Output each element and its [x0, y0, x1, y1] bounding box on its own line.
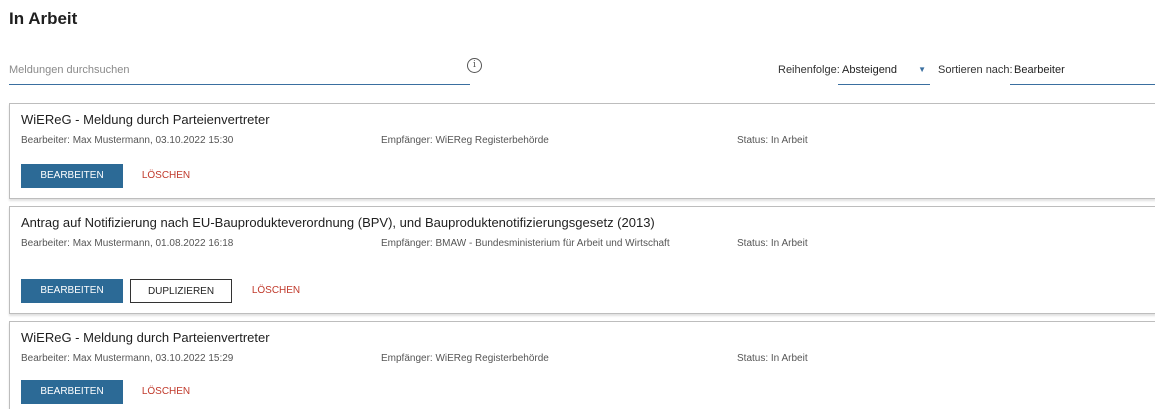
delete-button[interactable]: LÖSCHEN — [136, 380, 196, 404]
page-title: In Arbeit — [9, 9, 78, 28]
order-value: Absteigend — [842, 64, 898, 76]
sort-field[interactable]: Bearbeiter — [1010, 60, 1155, 85]
chevron-down-icon: ▼ — [918, 65, 926, 74]
card-title: WiEReG - Meldung durch Parteienvertreter — [21, 330, 270, 345]
search-input[interactable] — [9, 60, 449, 80]
card-status: Status: In Arbeit — [737, 238, 808, 249]
card-status: Status: In Arbeit — [737, 135, 808, 146]
card-recipient: Empfänger: WiEReg Registerbehörde — [381, 353, 549, 364]
info-icon[interactable]: i — [467, 58, 482, 73]
card-recipient: Empfänger: BMAW - Bundesministerium für … — [381, 238, 670, 249]
delete-button[interactable]: LÖSCHEN — [136, 164, 196, 188]
message-card: Antrag auf Notifizierung nach EU-Bauprod… — [9, 206, 1155, 314]
message-card: WiEReG - Meldung durch Parteienvertreter… — [9, 321, 1155, 409]
order-label: Reihenfolge: — [778, 64, 840, 76]
card-editor: Bearbeiter: Max Mustermann, 03.10.2022 1… — [21, 135, 234, 146]
card-title: Antrag auf Notifizierung nach EU-Bauprod… — [21, 215, 655, 230]
card-title: WiEReG - Meldung durch Parteienvertreter — [21, 112, 270, 127]
delete-button[interactable]: LÖSCHEN — [246, 279, 306, 303]
card-recipient: Empfänger: WiEReg Registerbehörde — [381, 135, 549, 146]
edit-button[interactable]: BEARBEITEN — [21, 380, 123, 404]
edit-button[interactable]: BEARBEITEN — [21, 279, 123, 303]
card-editor: Bearbeiter: Max Mustermann, 01.08.2022 1… — [21, 238, 234, 249]
duplicate-button[interactable]: DUPLIZIEREN — [130, 279, 232, 303]
search-field[interactable] — [9, 60, 470, 85]
sort-label: Sortieren nach: — [938, 64, 1013, 76]
message-card: WiEReG - Meldung durch Parteienvertreter… — [9, 103, 1155, 199]
edit-button[interactable]: BEARBEITEN — [21, 164, 123, 188]
card-editor: Bearbeiter: Max Mustermann, 03.10.2022 1… — [21, 353, 234, 364]
card-status: Status: In Arbeit — [737, 353, 808, 364]
order-select[interactable]: Absteigend ▼ — [838, 60, 930, 85]
sort-value: Bearbeiter — [1014, 64, 1065, 76]
